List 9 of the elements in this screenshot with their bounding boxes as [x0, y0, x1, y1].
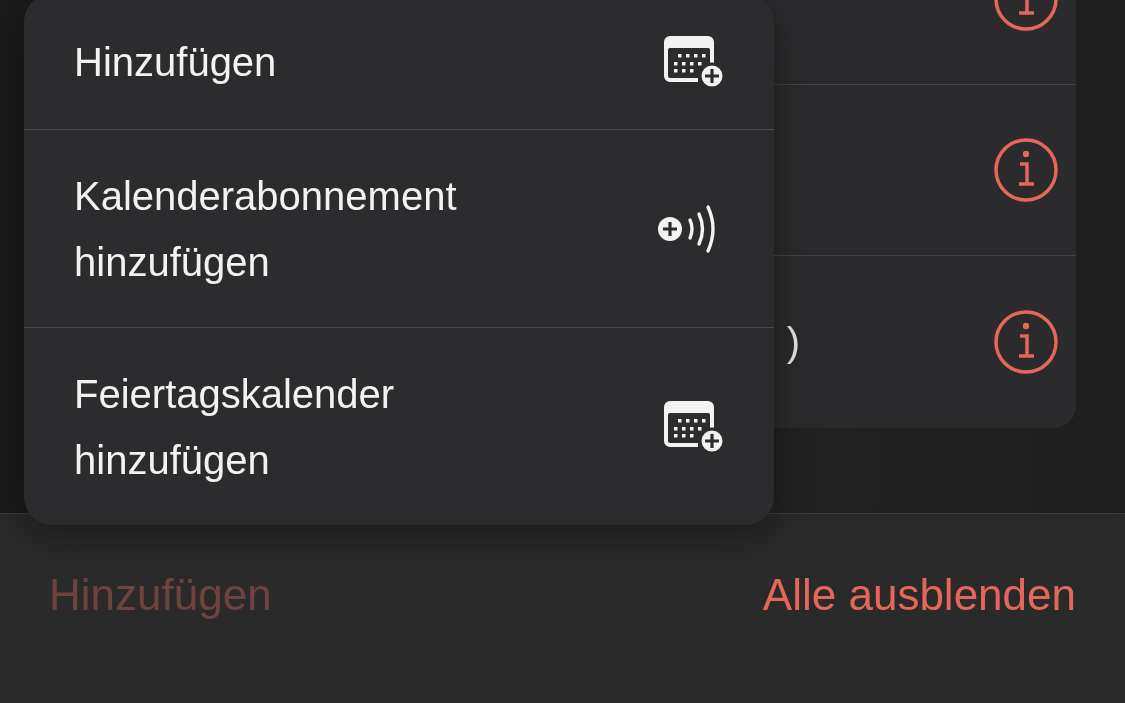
info-icon[interactable] — [993, 137, 1059, 203]
calendar-plus-icon — [664, 400, 726, 453]
menu-item[interactable]: Kalenderabonnement hinzufügen — [24, 130, 774, 328]
calendar-plus-icon — [664, 35, 726, 88]
toolbar-button[interactable]: Alle ausblenden — [762, 566, 1076, 624]
menu-item[interactable]: Hinzufügen — [24, 0, 774, 130]
menu-item[interactable]: Feiertagskalender hinzufügen — [24, 328, 774, 525]
calendar-name: ) — [786, 319, 800, 364]
info-icon[interactable] — [993, 309, 1059, 375]
